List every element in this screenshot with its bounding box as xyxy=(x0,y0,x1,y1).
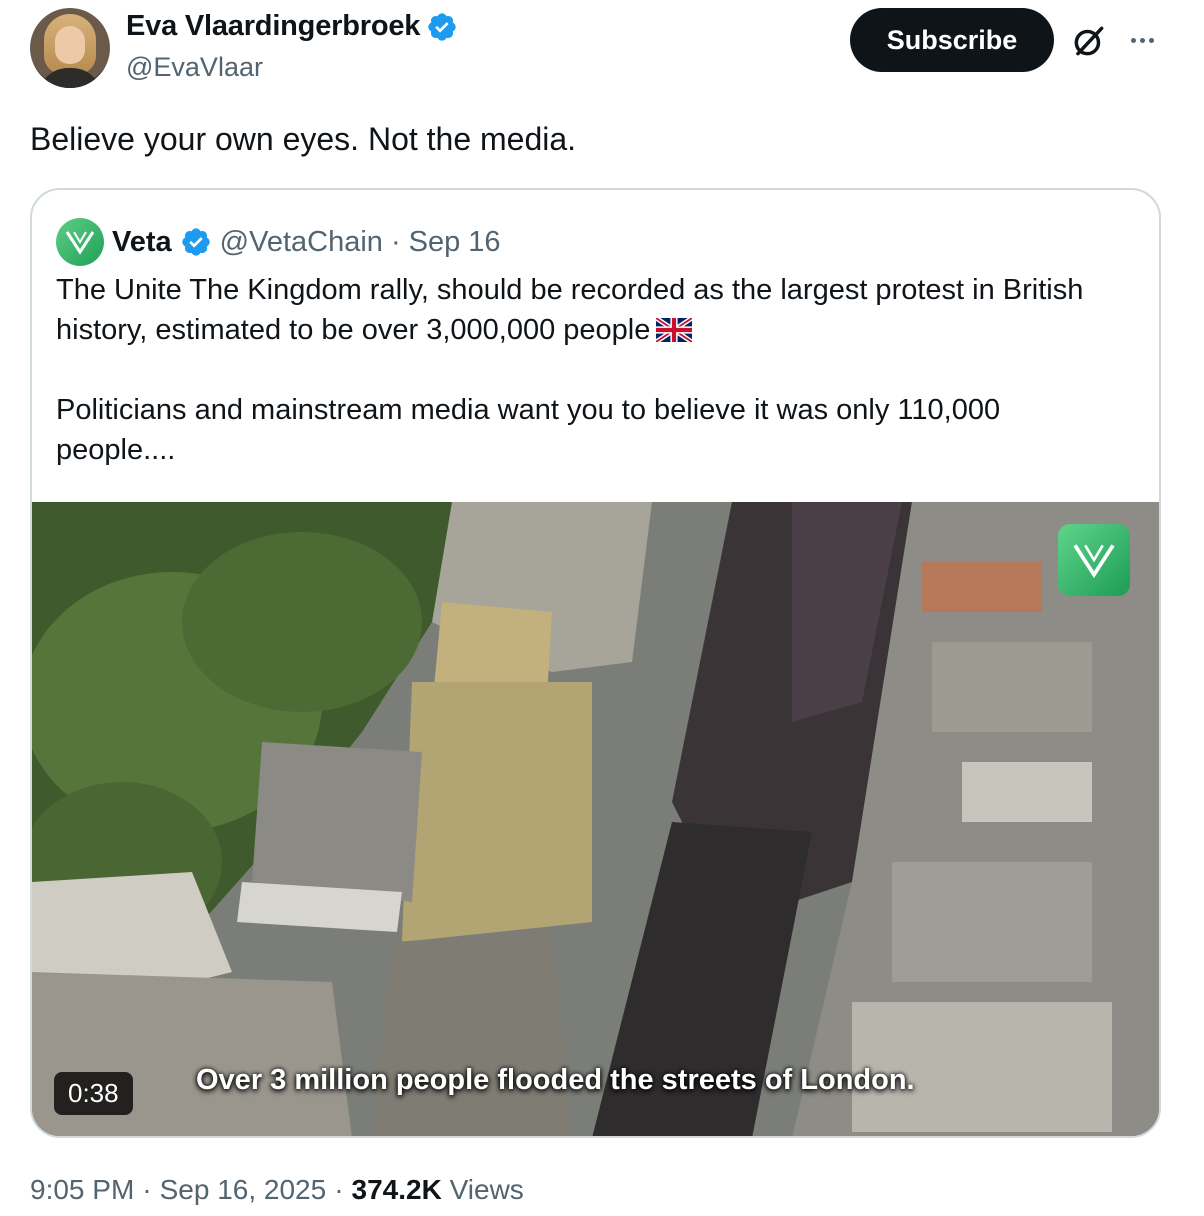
quoted-handle[interactable]: @VetaChain xyxy=(220,226,383,259)
tweet-text: Believe your own eyes. Not the media. xyxy=(30,121,577,157)
quoted-tweet[interactable]: Veta @VetaChain · Sep 16 The Unite The K… xyxy=(30,188,1161,1138)
verified-badge-icon xyxy=(428,12,456,41)
tweet-header: Eva Vlaardingerbroek @EvaVlaar Subscribe xyxy=(30,8,1180,92)
quoted-paragraph-2: Politicians and mainstream media want yo… xyxy=(56,394,1001,466)
more-icon[interactable] xyxy=(1124,22,1160,58)
video-duration-badge: 0:38 xyxy=(54,1072,133,1115)
post-date[interactable]: Sep 16, 2025 xyxy=(160,1174,327,1206)
meta-separator: · xyxy=(390,225,401,258)
views-count: 374.2K xyxy=(351,1174,442,1205)
tweet-footer: 9:05 PM · Sep 16, 2025 · 374.2K Views xyxy=(30,1174,524,1206)
author-name-row: Eva Vlaardingerbroek xyxy=(126,10,458,43)
author-avatar[interactable] xyxy=(30,8,110,88)
author-display-name[interactable]: Eva Vlaardingerbroek xyxy=(126,10,420,43)
verified-badge-icon xyxy=(182,228,210,256)
footer-separator: · xyxy=(334,1174,344,1205)
footer-separator: · xyxy=(142,1174,152,1205)
subscribe-button[interactable]: Subscribe xyxy=(850,8,1054,72)
quoted-header: Veta @VetaChain · Sep 16 xyxy=(56,218,501,266)
veta-avatar-icon[interactable] xyxy=(56,218,104,266)
quoted-author-name[interactable]: Veta xyxy=(112,226,172,259)
grok-icon[interactable] xyxy=(1070,22,1108,60)
views-label: Views xyxy=(449,1174,524,1205)
uk-flag-icon xyxy=(656,318,693,342)
quoted-date[interactable]: Sep 16 xyxy=(409,226,501,259)
quoted-paragraph-1: The Unite The Kingdom rally, should be r… xyxy=(56,274,1084,346)
aerial-crowd-image xyxy=(32,502,1159,1136)
video-player[interactable]: 0:38 Over 3 million people flooded the s… xyxy=(32,502,1159,1136)
quoted-body: The Unite The Kingdom rally, should be r… xyxy=(56,270,1116,510)
video-caption: Over 3 million people flooded the street… xyxy=(196,1064,915,1096)
post-time[interactable]: 9:05 PM xyxy=(30,1174,134,1206)
author-handle[interactable]: @EvaVlaar xyxy=(126,52,263,83)
quoted-paragraph: The Unite The Kingdom rally, should be r… xyxy=(56,270,1116,350)
veta-watermark-icon xyxy=(1058,524,1130,596)
